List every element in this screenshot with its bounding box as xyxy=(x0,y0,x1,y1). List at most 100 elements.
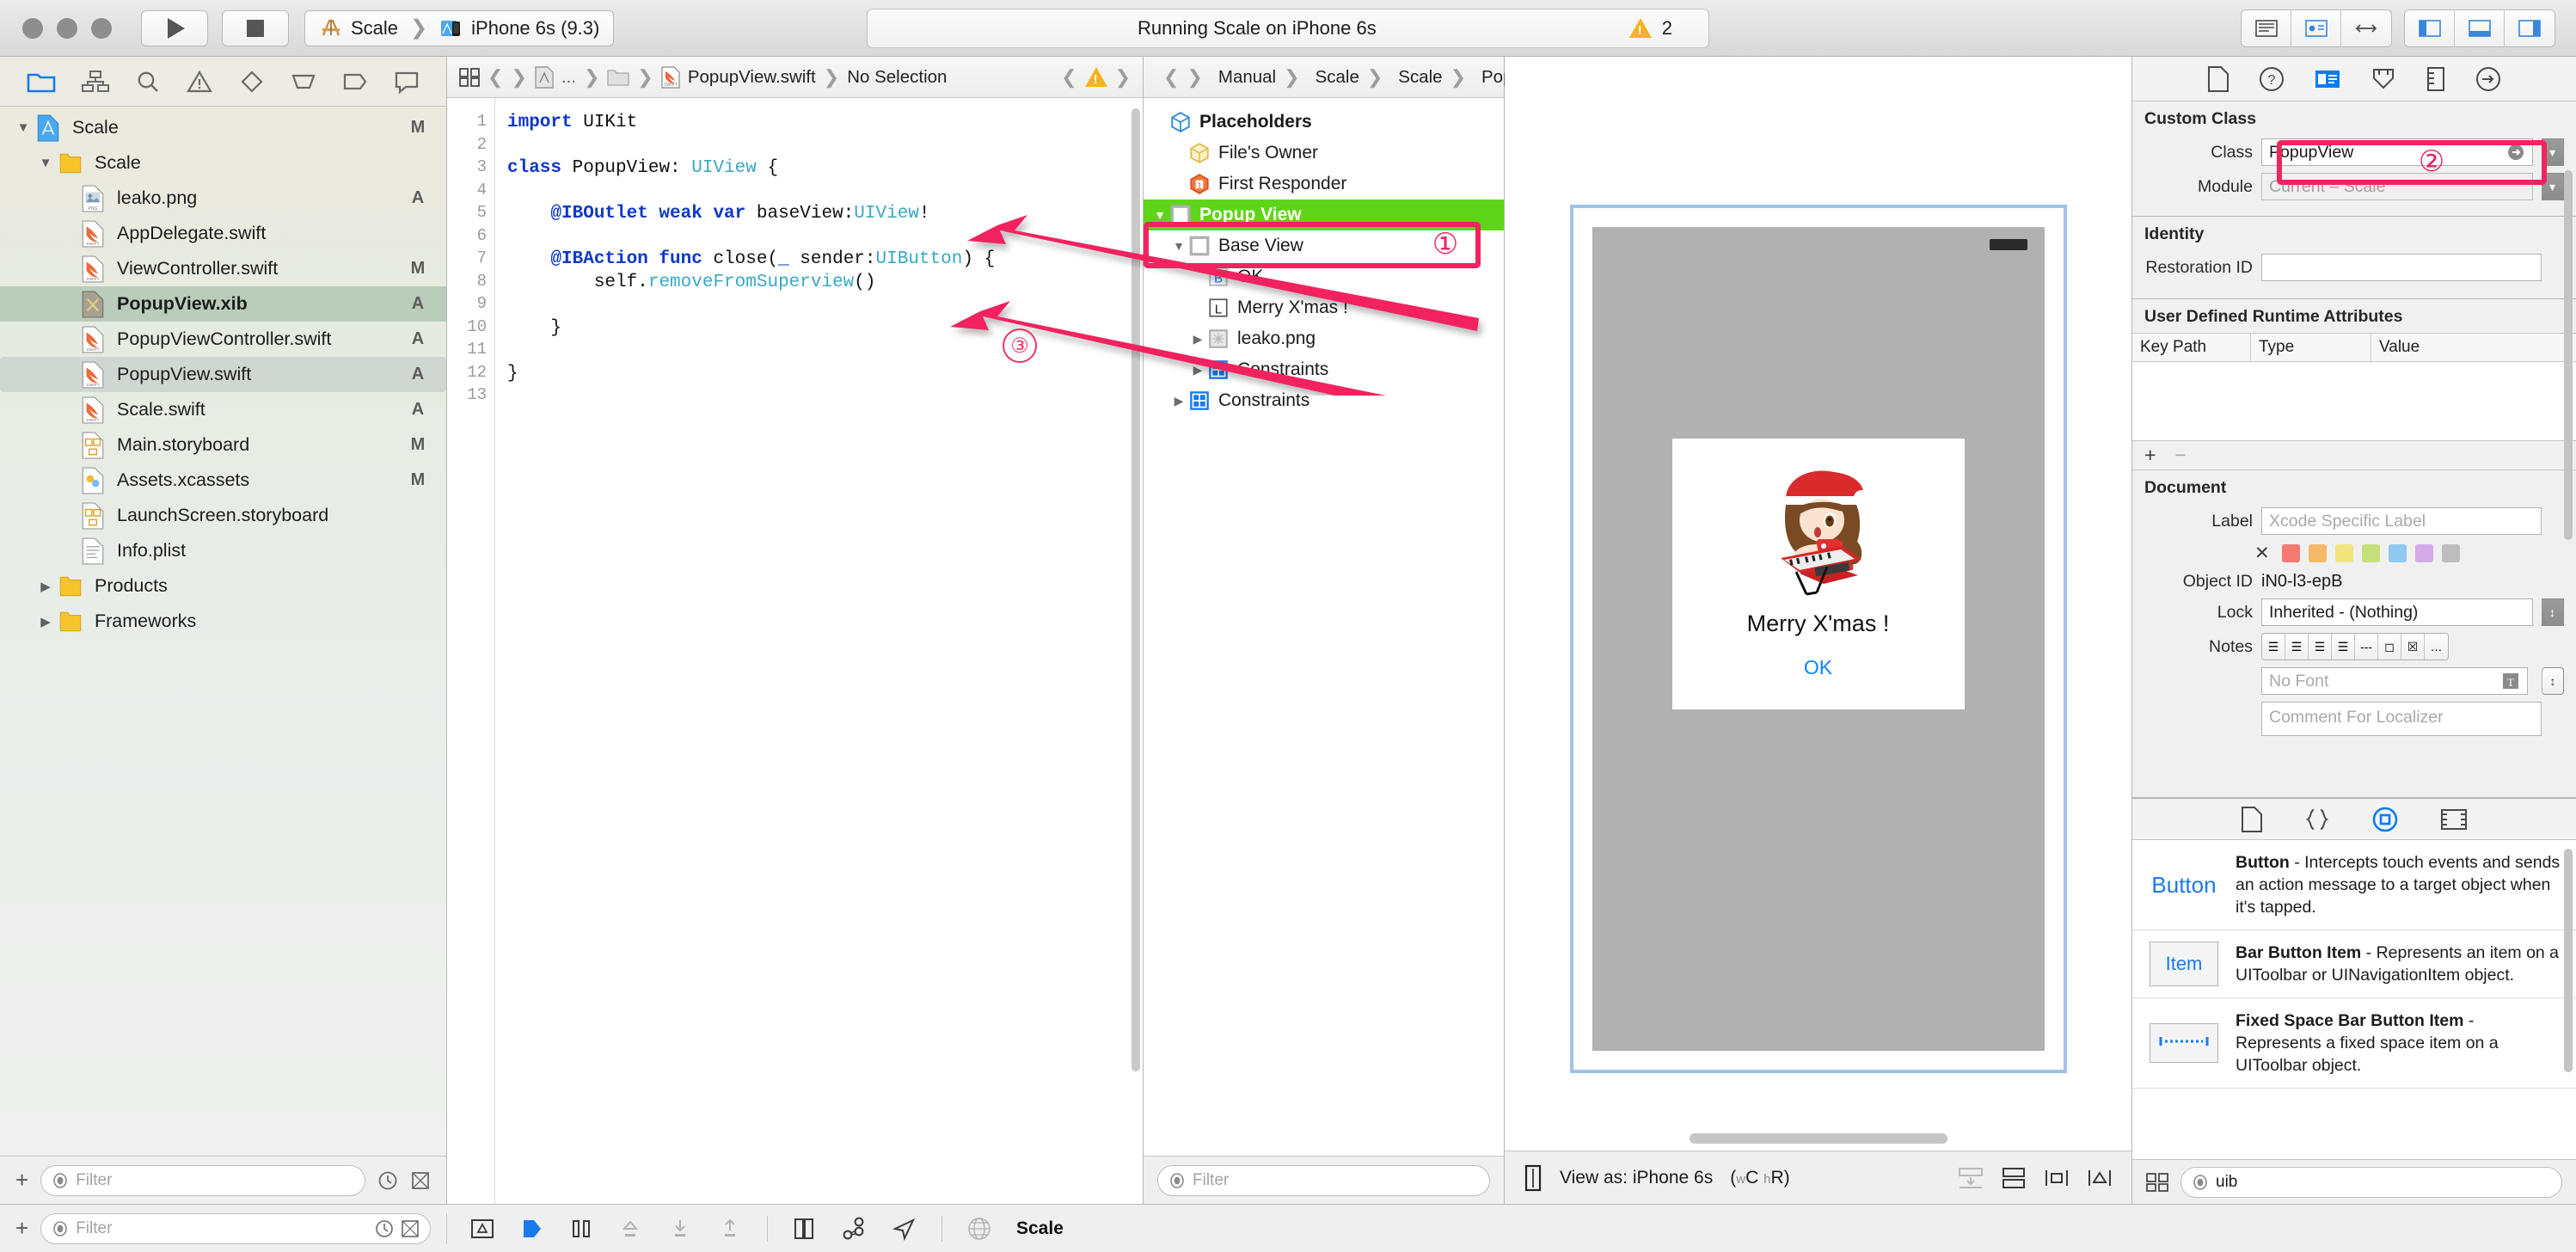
code-line[interactable] xyxy=(507,294,1143,317)
code-line[interactable]: import UIKit xyxy=(507,112,1143,135)
clock-icon[interactable] xyxy=(375,1219,394,1238)
code-line[interactable] xyxy=(507,181,1143,204)
navigator-row-assets-xcassets[interactable]: Assets.xcassetsM xyxy=(0,463,446,498)
pin-icon[interactable] xyxy=(2087,1166,2113,1190)
disclosure-triangle-icon[interactable]: ▶ xyxy=(1169,394,1188,408)
line-number[interactable]: 13 xyxy=(447,385,494,408)
version-editor-button[interactable] xyxy=(2341,10,2391,46)
file-inspector-icon[interactable] xyxy=(2207,66,2229,92)
navigator-row-appdelegate-swift[interactable]: SWIFTAppDelegate.swift xyxy=(0,216,446,251)
class-field-row[interactable]: Class PopupView ▾ xyxy=(2132,135,2576,169)
outline-popup-view-row[interactable]: ▼Popup View xyxy=(1144,199,1504,230)
media-library-icon[interactable] xyxy=(2440,807,2468,832)
toggle-navigator-button[interactable] xyxy=(2405,10,2455,46)
identity-inspector-body[interactable]: Custom Class Class PopupView ▾ Module xyxy=(2132,101,2576,798)
disclosure-triangle-icon[interactable]: ▶ xyxy=(34,614,57,629)
outline-row-merry-x-mas-[interactable]: LMerry X'mas ! xyxy=(1144,292,1504,323)
add-file-button[interactable]: + xyxy=(15,1167,28,1194)
jumpbar-file-label[interactable]: PopupView.swift xyxy=(688,67,816,88)
forward-button[interactable]: ❯ xyxy=(1187,66,1202,89)
navigator-filter-input[interactable]: Filter xyxy=(40,1165,365,1196)
line-number[interactable]: 3 xyxy=(447,157,494,181)
disclosure-triangle-icon[interactable]: ▶ xyxy=(1188,363,1207,377)
lock-stepper-button[interactable]: ↕ xyxy=(2542,598,2564,626)
comment-row[interactable]: Comment For Localizer xyxy=(2132,698,2576,740)
outline-jumpbar-folder[interactable]: Scale xyxy=(1398,67,1442,88)
library-item[interactable]: ItemBar Button Item - Represents an item… xyxy=(2132,930,2576,998)
memory-graph-icon[interactable] xyxy=(840,1217,868,1241)
step-icon[interactable] xyxy=(519,1217,545,1241)
font-panel-icon[interactable]: T xyxy=(2501,672,2520,690)
jumpbar-selection-label[interactable]: No Selection xyxy=(847,67,947,88)
navigator-row-scale[interactable]: ▼Scale xyxy=(0,145,446,181)
label-color-swatch-0[interactable] xyxy=(2282,544,2300,562)
inspector-class-field[interactable]: PopupView xyxy=(2261,138,2533,166)
outline-row-ok[interactable]: BOK xyxy=(1144,261,1504,292)
inspector-scrollbar[interactable] xyxy=(2564,170,2573,540)
class-dropdown-button[interactable]: ▾ xyxy=(2542,138,2564,166)
close-window-button[interactable] xyxy=(22,18,43,39)
code-line[interactable]: @IBOutlet weak var baseView:UIView! xyxy=(507,203,1143,226)
editor-scrollbar[interactable] xyxy=(1132,108,1140,1071)
popup-message-label[interactable]: Merry X'mas ! xyxy=(1672,611,1965,637)
quick-help-icon[interactable]: ? xyxy=(2259,66,2285,92)
line-number[interactable]: 9 xyxy=(447,294,494,317)
lock-row[interactable]: Lock Inherited - (Nothing) ↕ xyxy=(2132,595,2576,629)
attributes-inspector-icon[interactable] xyxy=(2371,66,2396,92)
embed-in-icon[interactable] xyxy=(2001,1166,2027,1190)
inspector-tab-bar[interactable]: ? xyxy=(2132,57,2576,101)
code-line[interactable]: } xyxy=(507,363,1143,386)
disclosure-triangle-icon[interactable]: ▶ xyxy=(34,579,57,594)
disclosure-triangle-icon[interactable]: ▼ xyxy=(34,156,57,170)
pause-icon[interactable] xyxy=(569,1217,593,1241)
device-orientation-icon[interactable] xyxy=(1524,1164,1543,1192)
label-color-swatch-6[interactable] xyxy=(2442,544,2460,562)
navigator-row-scale-swift[interactable]: SWIFTScale.swiftA xyxy=(0,392,446,427)
navigator-row-launchscreen-storyboard[interactable]: LaunchScreen.storyboard xyxy=(0,498,446,533)
library-tab-bar[interactable] xyxy=(2132,799,2576,840)
source-control-icon[interactable] xyxy=(82,70,109,94)
line-number[interactable]: 1 xyxy=(447,112,494,135)
leako-santa-keyboard-image[interactable] xyxy=(1672,439,1965,602)
library-item-thumbnail[interactable]: Button xyxy=(2144,851,2223,918)
label-color-swatch-3[interactable] xyxy=(2362,544,2380,562)
object-library-icon[interactable] xyxy=(2371,806,2399,833)
code-line[interactable]: self.removeFromSuperview() xyxy=(507,272,1143,295)
document-label-row[interactable]: Label Xcode Specific Label xyxy=(2132,504,2576,538)
outline-filter-input[interactable]: Filter xyxy=(1157,1165,1490,1196)
navigator-tab-bar[interactable] xyxy=(0,57,446,107)
library-filter-bar[interactable]: uib xyxy=(2132,1159,2576,1204)
line-number-gutter[interactable]: 12345678910111213 xyxy=(447,98,495,1204)
source-control-filter-icon[interactable] xyxy=(401,1219,420,1238)
add-button[interactable]: + xyxy=(15,1215,28,1242)
navigator-row-popupviewcontroller-swift[interactable]: SWIFTPopupViewController.swiftA xyxy=(0,322,446,357)
runtime-table-body[interactable] xyxy=(2132,362,2576,441)
runtime-table-footer[interactable]: + − xyxy=(2132,441,2576,470)
folder-icon[interactable] xyxy=(607,68,629,87)
notes-format-buttons[interactable]: ☰ ☰ ☰ ☰ --- ◻ ☒ … xyxy=(2261,633,2449,660)
navigator-row-leako-png[interactable]: PNGleako.pngA xyxy=(0,181,446,216)
back-button[interactable]: ❮ xyxy=(488,66,503,89)
disclosure-triangle-icon[interactable]: ▼ xyxy=(12,120,34,135)
code-line[interactable]: @IBAction func close(_ sender:UIButton) … xyxy=(507,249,1143,272)
clear-color-icon[interactable]: ✕ xyxy=(2254,543,2270,564)
canvas-area[interactable]: Merry X'mas ! OK xyxy=(1505,57,2131,1151)
size-inspector-icon[interactable] xyxy=(2426,66,2446,92)
outline-row-file-s-owner[interactable]: File's Owner xyxy=(1144,138,1504,169)
code-area[interactable]: 12345678910111213 import UIKit class Pop… xyxy=(447,98,1143,1204)
file-template-library-icon[interactable] xyxy=(2241,807,2263,832)
comment-for-localizer-field[interactable]: Comment For Localizer xyxy=(2261,702,2542,736)
bottom-filter-input[interactable]: Filter xyxy=(40,1213,431,1244)
dashed-line-icon[interactable]: --- xyxy=(2355,634,2378,660)
label-color-swatch-5[interactable] xyxy=(2415,544,2433,562)
toggle-debug-button[interactable] xyxy=(2455,10,2505,46)
canvas-horizontal-scrollbar[interactable] xyxy=(1505,1133,2131,1144)
library-filter-input[interactable]: uib xyxy=(2180,1167,2562,1198)
minimize-window-button[interactable] xyxy=(57,18,77,39)
object-library-list[interactable]: ButtonButton - Intercepts touch events a… xyxy=(2132,840,2576,1159)
popup-ok-button[interactable]: OK xyxy=(1672,656,1965,679)
outline-row-constraints[interactable]: ▶Constraints xyxy=(1144,354,1504,385)
no-text-color-icon[interactable]: ☒ xyxy=(2401,634,2425,660)
zoom-window-button[interactable] xyxy=(91,18,112,39)
disclosure-triangle-icon[interactable]: ▼ xyxy=(1169,239,1188,253)
